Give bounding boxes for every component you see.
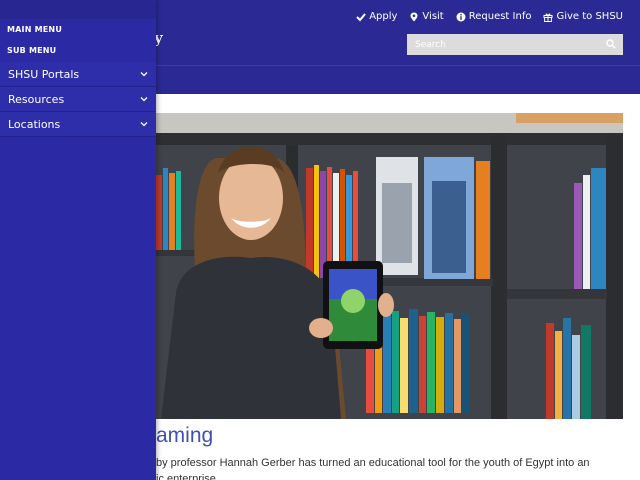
apply-link-label: Apply (369, 11, 398, 22)
search-input[interactable] (407, 35, 597, 54)
drawer-item-list: SHSU Portals Resources Locations (0, 62, 156, 137)
article-title[interactable]: aming (156, 424, 213, 448)
chevron-down-icon (140, 72, 148, 77)
article-summary-line-1: by professor Hannah Gerber has turned an… (156, 457, 590, 469)
drawer-item-locations[interactable]: Locations (0, 112, 156, 137)
drawer-item-label: Resources (8, 92, 65, 106)
check-icon (356, 12, 366, 21)
give-link[interactable]: Give to SHSU (543, 11, 623, 22)
main-menu-heading[interactable]: MAIN MENU (0, 19, 156, 40)
mobile-nav-drawer: MAIN MENU SUB MENU SHSU Portals Resource… (0, 0, 156, 480)
search-icon[interactable] (606, 39, 616, 49)
apply-link[interactable]: Apply (356, 11, 397, 22)
hero-image (156, 113, 623, 419)
gift-icon (543, 13, 553, 22)
drawer-item-resources[interactable]: Resources (0, 87, 156, 112)
drawer-top-strip (0, 0, 156, 19)
sub-menu-heading[interactable]: SUB MENU (0, 40, 156, 61)
utility-nav: Apply Visit Request Info Give to SHSU (356, 11, 623, 22)
info-icon (456, 12, 466, 21)
search-bar (407, 34, 623, 55)
drawer-item-label: Locations (8, 117, 61, 131)
article-summary-line-2: ic enterprise (156, 473, 216, 480)
give-link-label: Give to SHSU (556, 11, 623, 22)
chevron-down-icon (140, 97, 148, 102)
article-summary: by professor Hannah Gerber has turned an… (156, 455, 606, 480)
visit-link-label: Visit (422, 11, 444, 22)
visit-link[interactable]: Visit (409, 11, 444, 22)
drawer-item-label: SHSU Portals (8, 67, 80, 81)
drawer-item-shsu-portals[interactable]: SHSU Portals (0, 62, 156, 87)
chevron-down-icon (140, 122, 148, 127)
hero-photo (156, 113, 623, 419)
request-info-link-label: Request Info (468, 11, 532, 22)
map-pin-icon (410, 12, 418, 21)
request-info-link[interactable]: Request Info (456, 11, 532, 22)
